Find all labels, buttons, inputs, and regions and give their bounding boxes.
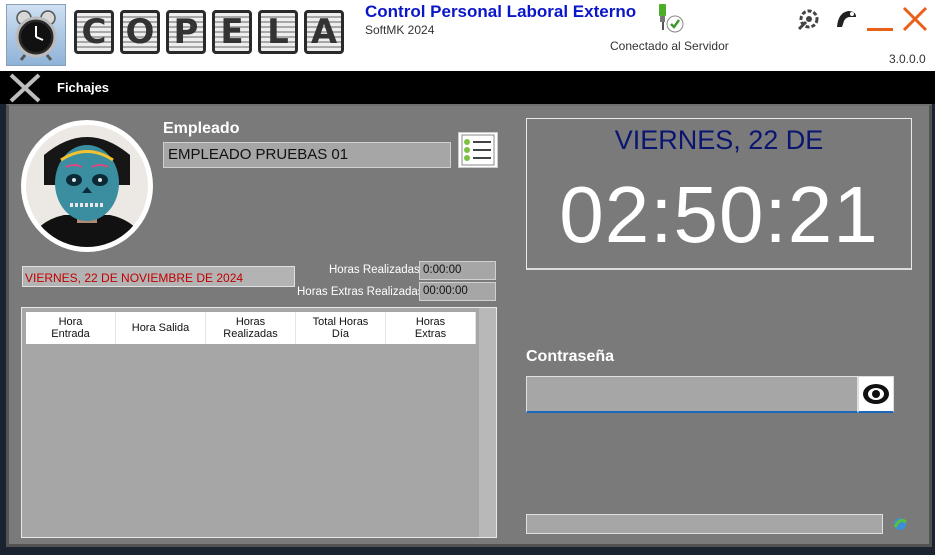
server-connected-icon	[655, 4, 685, 34]
logo-letter: A	[304, 10, 344, 54]
password-label: Contraseña	[526, 348, 615, 365]
fichajes-grid[interactable]: Hora Entrada Hora Salida Horas Realizada…	[21, 307, 497, 538]
app-subtitle: SoftMK 2024	[365, 23, 435, 37]
brand-logo: C O P E L A	[74, 10, 344, 56]
logo-letter: L	[258, 10, 298, 54]
server-status-text: Conectado al Servidor	[610, 39, 729, 53]
logo-letter: C	[74, 10, 114, 54]
grid-column-header[interactable]: Total Horas Día	[296, 312, 386, 344]
horas-realizadas-value: 0:00:00	[419, 261, 496, 280]
checklist-icon	[461, 134, 495, 166]
employee-avatar	[21, 120, 153, 252]
clock-time: 02:50:21	[559, 170, 879, 259]
settings-icon	[797, 9, 819, 31]
logo-letter: O	[120, 10, 160, 54]
minimize-icon	[867, 28, 893, 31]
user-button[interactable]	[832, 5, 860, 33]
app-header: C O P E L A Control Personal Laboral Ext…	[0, 0, 935, 71]
password-field[interactable]	[526, 376, 858, 413]
employee-label: Empleado	[163, 120, 240, 137]
grid-column-header[interactable]: Horas Extras	[386, 312, 476, 344]
grid-column-header[interactable]: Hora Entrada	[26, 312, 116, 344]
grid-header: Hora Entrada Hora Salida Horas Realizada…	[26, 312, 476, 344]
logo-letter: E	[212, 10, 252, 54]
app-title: Control Personal Laboral Externo	[365, 2, 637, 21]
grid-column-header[interactable]: Horas Realizadas	[206, 312, 296, 344]
user-icon	[837, 11, 856, 27]
employee-list-button[interactable]	[458, 132, 498, 168]
close-icon	[902, 6, 928, 32]
horas-extras-label: Horas Extras Realizadas:	[297, 286, 427, 298]
form-titlebar: Fichajes	[0, 71, 935, 104]
clock-day: VIERNES, 22 DE	[614, 125, 824, 155]
form-title: Fichajes	[57, 80, 110, 95]
grid-scrollbar[interactable]	[479, 308, 496, 537]
close-icon	[9, 73, 41, 103]
version-label: 3.0.0.0	[889, 52, 926, 66]
date-field: VIERNES, 22 DE NOVIEMBRE DE 2024	[22, 266, 295, 287]
fichajes-panel: Empleado EMPLEADO PRUEBAS 01 VIERNES, 22…	[6, 104, 932, 547]
eye-icon	[863, 384, 889, 404]
status-bar	[526, 514, 883, 534]
settings-button[interactable]	[795, 5, 823, 33]
refresh-icon[interactable]	[891, 515, 909, 533]
show-password-button[interactable]	[858, 376, 894, 413]
horas-extras-value: 00:00:00	[419, 282, 496, 301]
close-app-button[interactable]	[901, 5, 929, 33]
grid-column-header[interactable]: Hora Salida	[116, 312, 206, 344]
logo-letter: P	[166, 10, 206, 54]
close-form-button[interactable]	[6, 73, 44, 103]
alarm-clock-icon	[6, 4, 66, 66]
clock-panel: VIERNES, 22 DE 02:50:21	[526, 118, 912, 270]
horas-realizadas-label: Horas Realizadas:	[329, 264, 423, 276]
minimize-button[interactable]	[866, 5, 894, 33]
employee-name-field[interactable]: EMPLEADO PRUEBAS 01	[163, 142, 451, 168]
